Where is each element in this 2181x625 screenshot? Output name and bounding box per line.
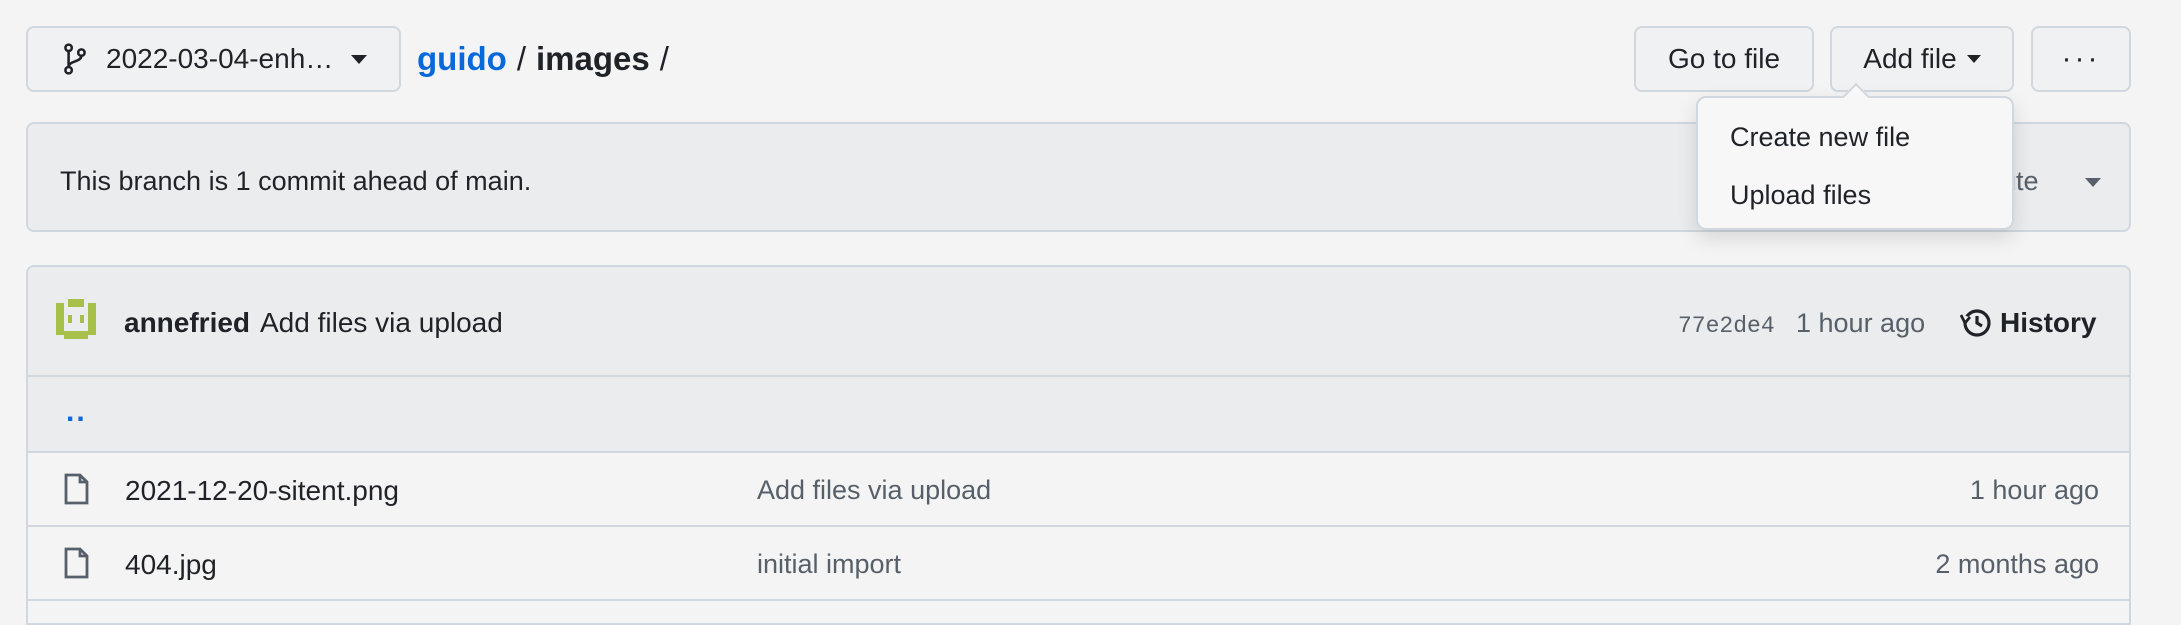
- history-link[interactable]: History: [1960, 307, 2096, 339]
- file-icon: [64, 547, 89, 579]
- menu-item-create-new-file[interactable]: Create new file: [1730, 122, 1910, 153]
- file-browser: annefried Add files via upload 77e2de4 1…: [26, 265, 2131, 625]
- breadcrumb-trailing-separator: /: [659, 40, 669, 77]
- go-to-file-label: Go to file: [1667, 43, 1781, 74]
- latest-commit-header: annefried Add files via upload 77e2de4 1…: [28, 267, 2129, 377]
- breadcrumb: guido / images /: [417, 40, 679, 78]
- branch-selector-button[interactable]: 2022-03-04-enh…: [26, 26, 401, 92]
- kebab-horizontal-icon: ···: [2061, 42, 2101, 75]
- breadcrumb-current-folder: images: [535, 40, 650, 77]
- parent-directory-link[interactable]: ..: [66, 395, 87, 429]
- table-row[interactable]: 2021-12-20-sitent.png Add files via uplo…: [28, 453, 2129, 527]
- file-name-link[interactable]: 404.jpg: [125, 549, 217, 581]
- menu-item-upload-files[interactable]: Upload files: [1730, 180, 1871, 211]
- commit-time: 1 hour ago: [1796, 308, 1926, 338]
- history-icon: [1960, 309, 1991, 337]
- add-file-menu: Create new file Upload files: [1696, 96, 2014, 230]
- history-label: History: [2000, 307, 2097, 338]
- file-commit-time: 1 hour ago: [1969, 475, 2099, 505]
- parent-directory-row[interactable]: ..: [28, 377, 2129, 453]
- breadcrumb-repo-link[interactable]: guido: [417, 40, 507, 78]
- file-commit-message-link[interactable]: Add files via upload: [757, 475, 991, 506]
- file-commit-time: 2 months ago: [1935, 549, 2099, 579]
- commit-sha-link[interactable]: 77e2de4: [1678, 313, 1775, 339]
- file-name-link[interactable]: 2021-12-20-sitent.png: [125, 475, 399, 507]
- chevron-down-icon: [351, 54, 368, 64]
- commit-author-link[interactable]: annefried: [124, 307, 250, 339]
- chevron-down-icon: [2085, 178, 2101, 187]
- git-branch-icon: [64, 43, 86, 75]
- breadcrumb-separator: /: [516, 40, 526, 77]
- go-to-file-button[interactable]: Go to file: [1634, 26, 1814, 92]
- avatar[interactable]: [56, 299, 96, 339]
- table-row[interactable]: 404.jpg initial import 2 months ago: [28, 527, 2129, 601]
- commit-message-link[interactable]: Add files via upload: [260, 307, 503, 339]
- more-options-button[interactable]: ···: [2031, 26, 2131, 92]
- add-file-label: Add file: [1863, 43, 1957, 74]
- caret-down-icon: [1966, 55, 1981, 63]
- file-commit-message-link[interactable]: initial import: [757, 549, 901, 580]
- branch-status-message: This branch is 1 commit ahead of main.: [60, 166, 532, 196]
- add-file-button[interactable]: Add file: [1830, 26, 2014, 92]
- branch-name: 2022-03-04-enh…: [106, 43, 334, 74]
- file-icon: [64, 473, 89, 505]
